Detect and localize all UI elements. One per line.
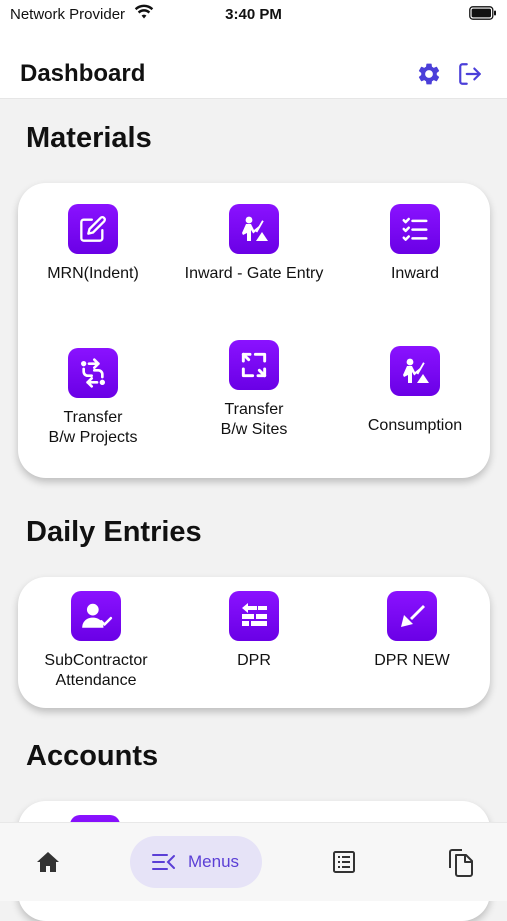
- list-icon[interactable]: [332, 850, 356, 879]
- page-title: Dashboard: [20, 60, 146, 87]
- clock: 3:40 PM: [225, 6, 282, 23]
- app-header: Dashboard: [0, 30, 507, 99]
- copy-icon[interactable]: [448, 849, 474, 882]
- home-icon[interactable]: [36, 851, 60, 878]
- battery-icon: [469, 6, 497, 25]
- tile-label: Consumption: [367, 417, 463, 434]
- tile-transfer-projects[interactable]: Transfer B/w Projects: [13, 348, 173, 448]
- transfer-arrows-icon: [68, 348, 118, 398]
- daily-entries-card: SubContractor Attendance DPR DPR NEW: [18, 577, 490, 708]
- tile-label: Transfer B/w Projects: [48, 409, 138, 446]
- tile-label: Inward: [390, 265, 440, 282]
- tile-label: SubContractor Attendance: [44, 652, 148, 689]
- edit-icon: [68, 204, 118, 254]
- tile-transfer-sites[interactable]: Transfer B/w Sites: [174, 340, 334, 440]
- worker-shovel-icon: [390, 346, 440, 396]
- tile-inward[interactable]: Inward: [335, 204, 495, 284]
- bricks-arrow-icon: [229, 591, 279, 641]
- settings-gear-icon[interactable]: [416, 61, 442, 92]
- accounts-section-title: Accounts: [26, 740, 159, 772]
- tile-subcontractor-attendance[interactable]: SubContractor Attendance: [16, 591, 176, 691]
- logout-icon[interactable]: [457, 61, 483, 92]
- tile-consumption[interactable]: Consumption: [335, 346, 495, 436]
- tile-dpr-new[interactable]: DPR NEW: [332, 591, 492, 671]
- tile-label: DPR: [237, 652, 271, 669]
- materials-card: MRN(Indent) Inward - Gate Entry Inward T…: [18, 183, 490, 478]
- nav-menus-label: Menus: [188, 852, 240, 871]
- worker-shovel-icon: [229, 204, 279, 254]
- menu-open-icon: [152, 853, 176, 876]
- status-bar: Network Provider 3:40 PM: [0, 0, 507, 30]
- bottom-navigation: Menus: [0, 822, 507, 901]
- tile-label: DPR NEW: [374, 652, 450, 669]
- nav-menus-tab[interactable]: Menus: [130, 836, 262, 888]
- tile-mrn-indent[interactable]: MRN(Indent): [13, 204, 173, 284]
- cycle-icon: [229, 340, 279, 390]
- tile-inward-gate-entry[interactable]: Inward - Gate Entry: [174, 204, 334, 284]
- tile-dpr[interactable]: DPR: [174, 591, 334, 671]
- checklist-icon: [390, 204, 440, 254]
- daily-entries-section-title: Daily Entries: [26, 516, 202, 548]
- trowel-icon: [387, 591, 437, 641]
- tile-label: Inward - Gate Entry: [184, 265, 324, 282]
- user-check-icon: [71, 591, 121, 641]
- tile-label: Transfer B/w Sites: [220, 401, 288, 438]
- tile-label: MRN(Indent): [47, 265, 139, 282]
- materials-section-title: Materials: [26, 122, 152, 154]
